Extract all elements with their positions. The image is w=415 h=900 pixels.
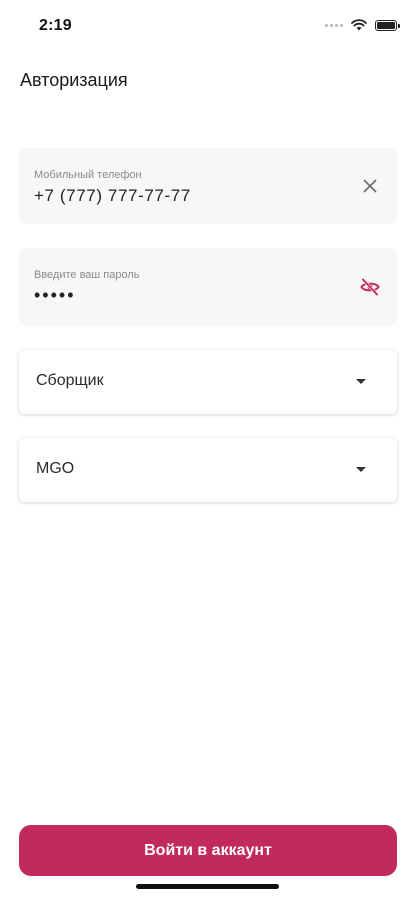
password-field[interactable]: Введите ваш пароль ••••• bbox=[19, 248, 397, 326]
clear-phone-button[interactable] bbox=[359, 175, 381, 197]
role-select[interactable]: Сборщик bbox=[19, 350, 397, 414]
status-bar: 2:19 bbox=[0, 0, 415, 54]
battery-icon bbox=[375, 19, 400, 31]
wifi-icon bbox=[351, 19, 367, 31]
role-select-value: Сборщик bbox=[36, 372, 104, 389]
toggle-password-visibility-button[interactable] bbox=[359, 276, 381, 298]
eye-off-icon bbox=[360, 278, 380, 296]
password-field-label: Введите ваш пароль bbox=[34, 269, 140, 281]
store-select[interactable]: MGO bbox=[19, 438, 397, 502]
phone-field[interactable]: Мобильный телефон +7 (777) 777-77-77 bbox=[19, 148, 397, 224]
page-title: Авторизация bbox=[20, 70, 128, 90]
phone-field-label: Мобильный телефон bbox=[34, 169, 142, 181]
close-icon bbox=[363, 179, 377, 193]
phone-field-value[interactable]: +7 (777) 777-77-77 bbox=[34, 186, 191, 206]
login-button[interactable]: Войти в аккаунт bbox=[19, 825, 397, 876]
home-indicator bbox=[136, 884, 279, 889]
password-field-value[interactable]: ••••• bbox=[34, 285, 76, 306]
cellular-signal-icon bbox=[325, 23, 343, 27]
dropdown-arrow-icon bbox=[356, 379, 366, 384]
status-icons bbox=[325, 19, 400, 31]
store-select-value: MGO bbox=[36, 460, 75, 477]
status-time: 2:19 bbox=[39, 17, 72, 34]
dropdown-arrow-icon bbox=[356, 467, 366, 472]
